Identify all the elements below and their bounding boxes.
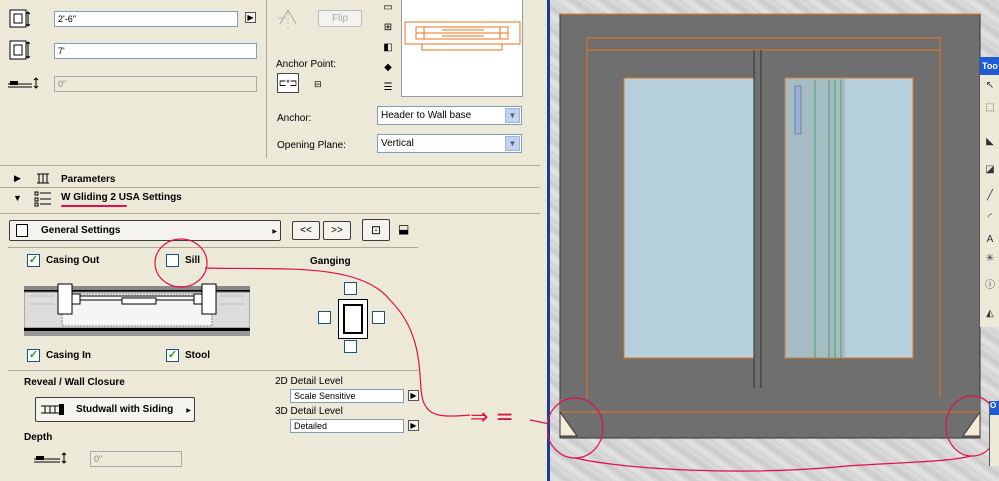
info-tool-icon[interactable]: ⓘ: [981, 277, 999, 295]
secondary-palette-title: O: [990, 401, 997, 410]
wall-tool-icon[interactable]: ◣: [981, 133, 999, 151]
toolbox-title: Too: [982, 61, 998, 71]
hotspot-tool-icon[interactable]: ✳: [981, 250, 999, 268]
arc-tool-icon[interactable]: ◜: [981, 209, 999, 227]
annotation-arrow-text: ⇒ =: [470, 405, 514, 430]
toolbox-titlebar[interactable]: Too: [980, 57, 999, 75]
line-tool-icon[interactable]: ╱: [981, 187, 999, 205]
text-tool-icon[interactable]: A: [981, 231, 999, 249]
arrow-tool-icon[interactable]: ↖: [981, 77, 999, 95]
secondary-palette-titlebar[interactable]: O: [990, 401, 999, 415]
figure-tool-icon[interactable]: ◭: [981, 305, 999, 323]
window-3d-model: [547, 13, 999, 472]
marquee-tool-icon[interactable]: ⬚: [981, 99, 999, 117]
toolbox-palette[interactable]: Too ↖ ⬚ ◣ ◪ ╱ ◜ A ✳ ⓘ ◭: [979, 57, 999, 327]
secondary-palette[interactable]: O: [989, 401, 999, 466]
3d-viewport[interactable]: Too ↖ ⬚ ◣ ◪ ╱ ◜ A ✳ ⓘ ◭ O: [547, 0, 999, 481]
slab-tool-icon[interactable]: ◪: [981, 161, 999, 179]
